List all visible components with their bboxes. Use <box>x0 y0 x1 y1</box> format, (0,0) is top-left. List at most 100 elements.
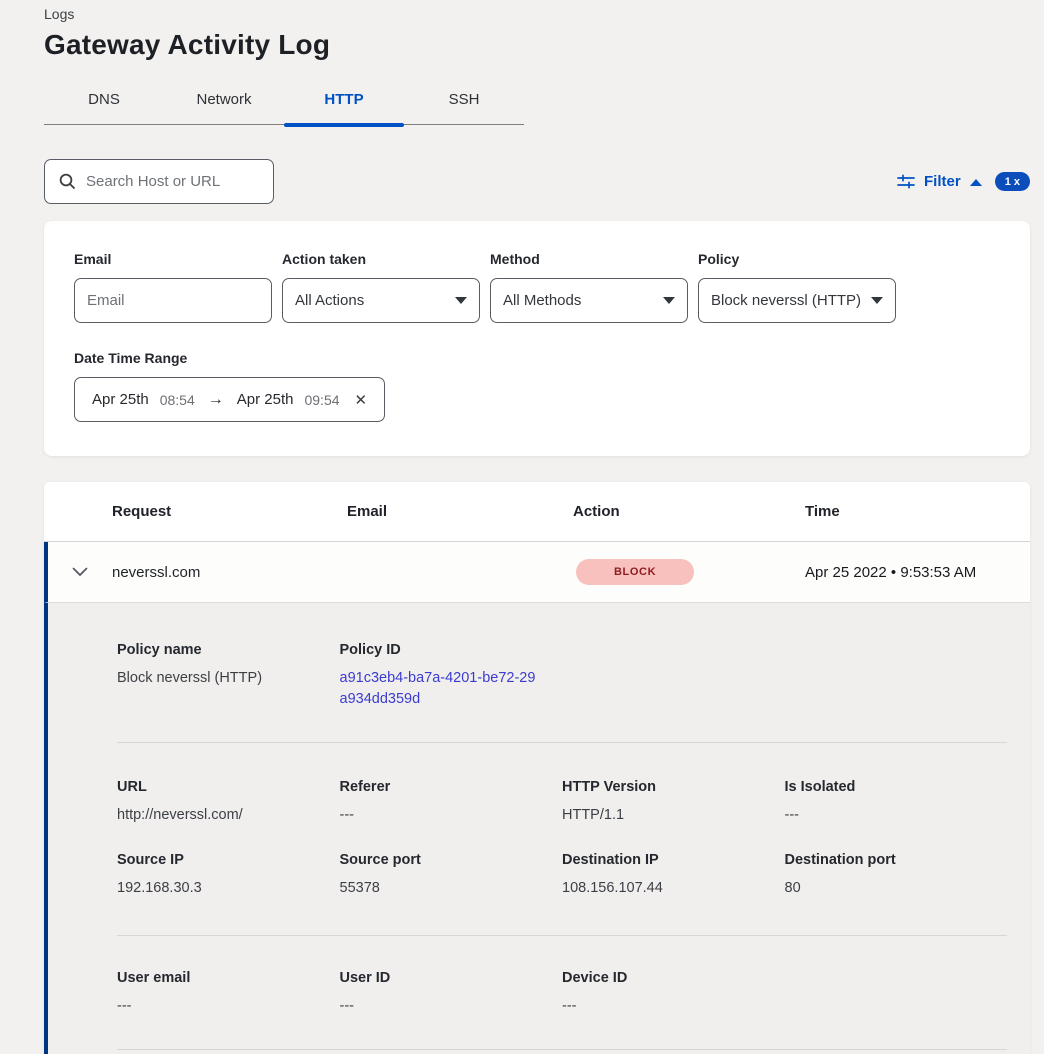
date-range-picker[interactable]: Apr 25th 08:54 → Apr 25th 09:54 ✕ <box>74 377 385 422</box>
policy-label: Policy <box>698 251 896 267</box>
referer-field: Referer --- <box>340 779 563 826</box>
referer-value: --- <box>340 805 563 826</box>
start-date[interactable]: Apr 25th <box>92 391 149 408</box>
destination-port-field: Destination port 80 <box>785 852 1008 899</box>
source-ip-value: 192.168.30.3 <box>117 878 340 899</box>
url-label: URL <box>117 779 340 795</box>
block-status-badge: BLOCK <box>576 559 694 585</box>
policy-id-label: Policy ID <box>340 642 563 658</box>
policy-id-link[interactable]: a91c3eb4-ba7a-4201-be72-29a934dd359d <box>340 668 536 710</box>
table-header-row: Request Email Action Time <box>44 482 1030 542</box>
method-value: All Methods <box>503 292 581 309</box>
column-header-email: Email <box>347 503 573 520</box>
device-id-value: --- <box>562 996 785 1017</box>
search-input[interactable] <box>86 173 259 190</box>
source-port-label: Source port <box>340 852 563 868</box>
filter-field-method: Method All Methods <box>490 251 688 323</box>
referer-label: Referer <box>340 779 563 795</box>
action-cell: BLOCK <box>573 559 805 585</box>
filter-panel: Email Action taken All Actions Method Al… <box>44 221 1030 456</box>
policy-select[interactable]: Block neverssl (HTTP) <box>698 278 896 323</box>
filter-label[interactable]: Filter <box>924 173 961 190</box>
user-details-section: User email --- User ID --- Device ID --- <box>117 936 1007 1050</box>
policy-name-label: Policy name <box>117 642 340 658</box>
time-cell: Apr 25 2022 • 9:53:53 AM <box>805 564 1030 581</box>
destination-port-label: Destination port <box>785 852 1008 868</box>
row-details-panel: Policy name Block neverssl (HTTP) Policy… <box>44 603 1030 1054</box>
email-label: Email <box>74 251 272 267</box>
search-box[interactable] <box>44 159 274 204</box>
chevron-down-icon <box>455 297 467 304</box>
user-email-value: --- <box>117 996 340 1017</box>
expand-chevron-icon[interactable] <box>48 567 112 577</box>
chevron-down-icon <box>663 297 675 304</box>
http-version-value: HTTP/1.1 <box>562 805 785 826</box>
source-ip-label: Source IP <box>117 852 340 868</box>
column-header-request: Request <box>112 503 347 520</box>
user-email-label: User email <box>117 970 340 986</box>
filter-field-policy: Policy Block neverssl (HTTP) <box>698 251 896 323</box>
active-tab-underline <box>284 123 404 127</box>
breadcrumb[interactable]: Logs <box>44 6 1044 22</box>
clear-date-range-icon[interactable]: ✕ <box>351 391 368 409</box>
tab-dns[interactable]: DNS <box>44 83 164 124</box>
email-input[interactable] <box>74 278 272 323</box>
user-id-value: --- <box>340 996 563 1017</box>
tab-bar: DNS Network HTTP SSH <box>44 83 524 125</box>
column-header-action: Action <box>573 503 805 520</box>
method-label: Method <box>490 251 688 267</box>
source-ip-field: Source IP 192.168.30.3 <box>117 852 340 899</box>
destination-ip-field: Destination IP 108.156.107.44 <box>562 852 785 899</box>
action-taken-select[interactable]: All Actions <box>282 278 480 323</box>
destination-ip-value: 108.156.107.44 <box>562 878 785 899</box>
is-isolated-value: --- <box>785 805 1008 826</box>
search-filter-row: Filter 1 x <box>44 159 1030 204</box>
is-isolated-label: Is Isolated <box>785 779 1008 795</box>
url-field: URL http://neverssl.com/ <box>117 779 340 826</box>
url-value: http://neverssl.com/ <box>117 805 340 826</box>
request-cell: neverssl.com <box>112 564 347 581</box>
start-time[interactable]: 08:54 <box>160 392 195 408</box>
user-email-field: User email --- <box>117 970 340 1017</box>
policy-section: Policy name Block neverssl (HTTP) Policy… <box>117 603 1007 743</box>
tab-http[interactable]: HTTP <box>284 83 404 124</box>
filter-count-badge[interactable]: 1 x <box>995 172 1030 191</box>
http-version-label: HTTP Version <box>562 779 785 795</box>
filter-toggle[interactable]: Filter 1 x <box>897 172 1030 191</box>
source-port-value: 55378 <box>340 878 563 899</box>
column-header-time: Time <box>805 503 1030 520</box>
search-icon <box>59 173 76 190</box>
action-taken-value: All Actions <box>295 292 364 309</box>
right-arrow-icon: → <box>206 391 226 409</box>
date-range-label: Date Time Range <box>74 350 1000 366</box>
device-id-label: Device ID <box>562 970 785 986</box>
radar-link-row: View domain details in Radar → <box>117 1050 1007 1054</box>
tab-ssh[interactable]: SSH <box>404 83 524 124</box>
policy-id-field: Policy ID a91c3eb4-ba7a-4201-be72-29a934… <box>340 642 563 710</box>
chevron-down-icon <box>871 297 883 304</box>
destination-ip-label: Destination IP <box>562 852 785 868</box>
policy-name-value: Block neverssl (HTTP) <box>117 668 340 689</box>
end-time[interactable]: 09:54 <box>304 392 339 408</box>
filter-field-email: Email <box>74 251 272 323</box>
destination-port-value: 80 <box>785 878 1008 899</box>
action-taken-label: Action taken <box>282 251 480 267</box>
source-port-field: Source port 55378 <box>340 852 563 899</box>
device-id-field: Device ID --- <box>562 970 785 1017</box>
filter-fields-row: Email Action taken All Actions Method Al… <box>74 251 1000 323</box>
page-header: Logs Gateway Activity Log <box>0 0 1044 61</box>
end-date[interactable]: Apr 25th <box>237 391 294 408</box>
filter-sliders-icon <box>897 173 915 191</box>
date-range-field: Date Time Range Apr 25th 08:54 → Apr 25t… <box>74 350 1000 422</box>
method-select[interactable]: All Methods <box>490 278 688 323</box>
http-version-field: HTTP Version HTTP/1.1 <box>562 779 785 826</box>
table-row[interactable]: neverssl.com BLOCK Apr 25 2022 • 9:53:53… <box>44 542 1030 603</box>
http-details-section: URL http://neverssl.com/ Referer --- HTT… <box>117 743 1007 936</box>
user-id-label: User ID <box>340 970 563 986</box>
activity-log-table: Request Email Action Time neverssl.com B… <box>44 482 1030 1054</box>
tab-network[interactable]: Network <box>164 83 284 124</box>
chevron-up-icon <box>970 179 982 186</box>
page-title: Gateway Activity Log <box>44 29 1044 61</box>
policy-value: Block neverssl (HTTP) <box>711 292 861 309</box>
filter-field-action-taken: Action taken All Actions <box>282 251 480 323</box>
